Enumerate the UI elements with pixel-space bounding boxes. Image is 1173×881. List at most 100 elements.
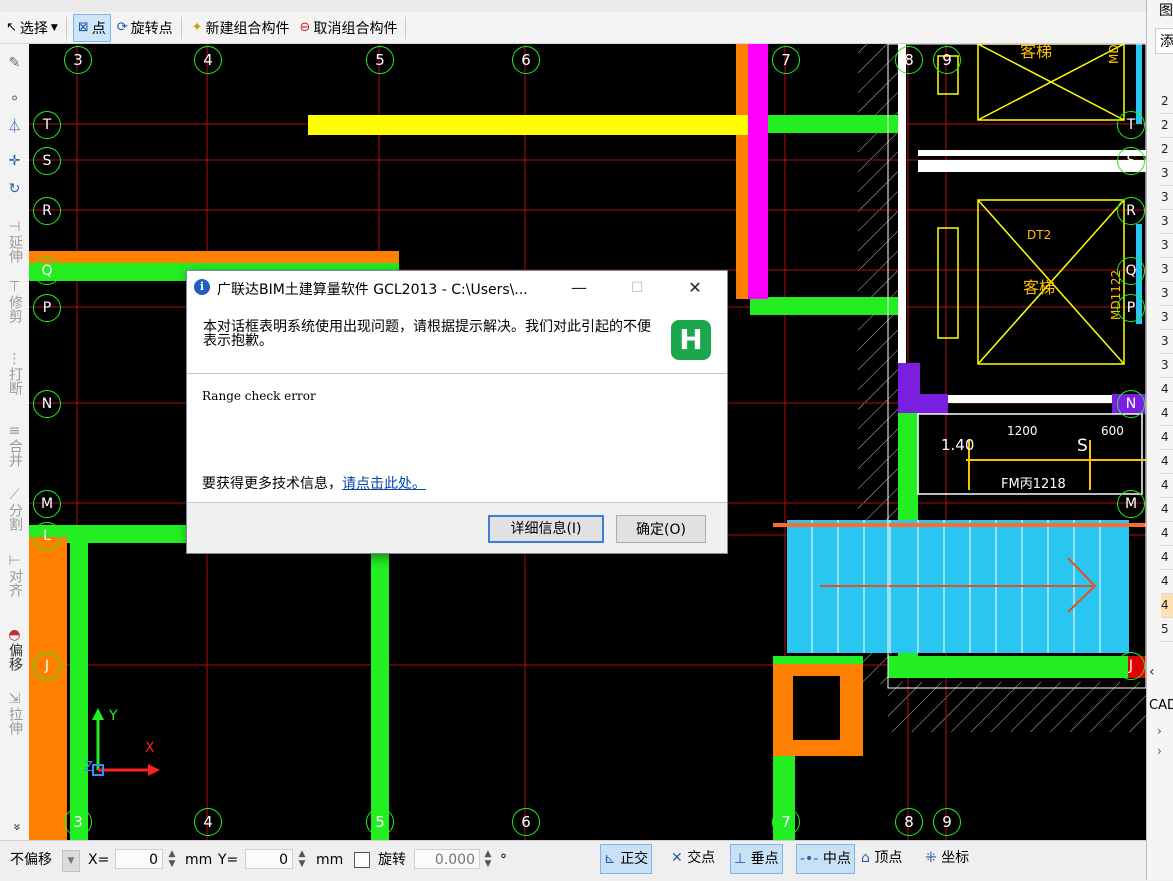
details-button[interactable]: 详细信息(I) [488,515,604,543]
ucs-x-label: X [145,740,155,756]
break-button[interactable]: ⋮ 打断 [2,352,27,396]
x-input[interactable]: 0 [115,849,163,869]
minimize-button[interactable]: — [557,275,601,301]
dialog-body: Range check error 要获得更多技术信息，请点击此处。 [187,374,727,503]
panel-list-row[interactable]: 3 [1161,354,1173,378]
panel-list-row[interactable]: 4 [1161,498,1173,522]
new-group-button[interactable]: ✦ 新建组合构件 [188,15,294,41]
y-spinner[interactable]: ▲ ▼ [296,849,308,869]
coordinate-snap-toggle[interactable]: ⁜ 坐标 [922,844,972,872]
panel-list-row[interactable]: 2 [1161,90,1173,114]
select-dropdown-button[interactable]: ↖ 选择 ▼ [2,15,62,41]
chevron-right-icon[interactable]: › [1157,724,1162,738]
axis-bubble-left-m: M [33,490,61,518]
panel-list-row[interactable]: 4 [1161,474,1173,498]
panel-list-row[interactable]: 3 [1161,306,1173,330]
chevron-right-icon[interactable]: › [1157,744,1162,758]
offset-label: 偏移 [7,643,23,671]
panel-list-row[interactable]: 4 [1161,426,1173,450]
offset-mode-dropdown[interactable]: ▼ [62,850,80,872]
brush-icon[interactable]: ✎ [2,56,27,71]
align-icon: ⊢ [8,553,21,569]
rotate-spinner[interactable]: ▲ ▼ [482,849,494,869]
rotate-point-button[interactable]: ⟳ 旋转点 [113,15,177,41]
error-text: Range check error [202,389,316,403]
toolbar-separator [180,16,182,39]
panel-list-row[interactable]: 4 [1161,546,1173,570]
ortho-snap-toggle[interactable]: ⊾ 正交 [600,844,653,874]
extend-label: 延伸 [7,235,23,263]
midpoint-snap-toggle[interactable]: -•- 中点 [796,844,855,874]
panel-list-row[interactable]: 2 [1161,114,1173,138]
panel-list-row[interactable]: 2 [1161,138,1173,162]
more-tools-chevron[interactable]: » [6,820,24,834]
panel-tab[interactable]: 添 [1155,28,1173,54]
ucs-y-label: Y [109,708,118,724]
split-icon: ⟋ [9,487,20,503]
glodon-logo-icon: H [671,320,711,360]
axis-bubble-bottom-3: 3 [64,808,92,836]
offset-icon: ◓ [8,627,21,643]
extend-button[interactable]: ⊣ 延伸 [2,220,27,264]
perpendicular-snap-toggle[interactable]: ⊥ 垂点 [730,844,783,874]
rotate-label: 旋转 [378,852,406,868]
move-icon[interactable]: ✛ [2,154,27,169]
offset-button[interactable]: ◓ 偏移 [2,627,27,672]
stretch-icon: ⇲ [8,691,21,707]
point-button[interactable]: ⊠ 点 [72,13,111,42]
more-info-link[interactable]: 请点击此处。 [342,476,426,492]
panel-list-row[interactable]: 3 [1161,186,1173,210]
toolbar-separator [405,16,407,39]
ok-button[interactable]: 确定(O) [616,515,706,543]
rotate-icon[interactable]: ↻ [2,182,27,197]
coordinate-icon: ⁜ [925,850,937,866]
panel-list-row[interactable]: 3 [1161,282,1173,306]
mirror-icon[interactable]: ⏃ [2,120,27,135]
rotate-input[interactable]: 0.000 [414,849,480,869]
axis-bubble-top-5: 5 [366,46,394,74]
close-button[interactable]: ✕ [673,275,717,301]
trim-button[interactable]: ⊤ 修剪 [2,280,27,324]
maximize-button[interactable]: ☐ [615,275,659,301]
axis-bubble-right-r: R [1117,197,1145,225]
y-input[interactable]: 0 [245,849,293,869]
trim-label: 修剪 [7,295,23,323]
left-modify-toolbar: ✎ ⚬ ⏃ ✛ ↻ ⊣ 延伸 ⊤ 修剪 ⋮ 打断 ≡ 合并 ⟋ 分割 ⊢ 对齐 … [0,44,30,840]
align-label: 对齐 [7,569,23,597]
point-label: 点 [91,20,106,37]
stretch-button[interactable]: ⇲ 拉伸 [2,691,27,736]
split-button[interactable]: ⟋ 分割 [2,487,27,532]
panel-list-row[interactable]: 3 [1161,330,1173,354]
panel-list-row[interactable]: 3 [1161,234,1173,258]
panel-list-row[interactable]: 3 [1161,258,1173,282]
align-button[interactable]: ⊢ 对齐 [2,553,27,598]
stretch-label: 拉伸 [7,707,23,735]
dimension-label: 1200 [1007,424,1038,438]
rotate-checkbox[interactable] [354,852,370,868]
panel-list-row[interactable]: 3 [1161,162,1173,186]
cancel-group-button[interactable]: ⊖ 取消组合构件 [296,15,402,41]
purple-column [898,363,920,413]
scroll-left-icon[interactable]: ‹ [1149,664,1155,680]
door-code-label: MD1122 [1107,44,1121,64]
dialog-titlebar[interactable]: i 广联达BIM土建算量软件 GCL2013 - C:\Users\... — … [187,271,727,303]
copy-icon[interactable]: ⚬ [2,92,27,107]
panel-list-row[interactable]: 4 [1161,522,1173,546]
axis-bubble-top-9: 9 [933,46,961,74]
panel-list-row[interactable]: 3 [1161,210,1173,234]
panel-list-row[interactable]: 4 [1161,570,1173,594]
merge-button[interactable]: ≡ 合并 [2,424,27,468]
panel-list-row[interactable]: 4 [1161,378,1173,402]
panel-list-row[interactable]: 4 [1161,594,1173,618]
panel-list-row[interactable]: 4 [1161,450,1173,474]
vertex-snap-toggle[interactable]: ⌂ 顶点 [858,844,905,872]
x-spinner[interactable]: ▲ ▼ [166,849,178,869]
panel-list-row[interactable]: 4 [1161,402,1173,426]
perpendicular-icon: ⊥ [734,851,747,867]
panel-list-row[interactable]: 5 [1161,618,1173,642]
break-label: 打断 [7,367,23,395]
axis-bubble-bottom-7: 7 [772,808,800,836]
axis-bubble-top-4: 4 [194,46,222,74]
intersect-snap-toggle[interactable]: ✕ 交点 [668,844,718,872]
door-type-label: FM丙1218 [1001,477,1066,492]
